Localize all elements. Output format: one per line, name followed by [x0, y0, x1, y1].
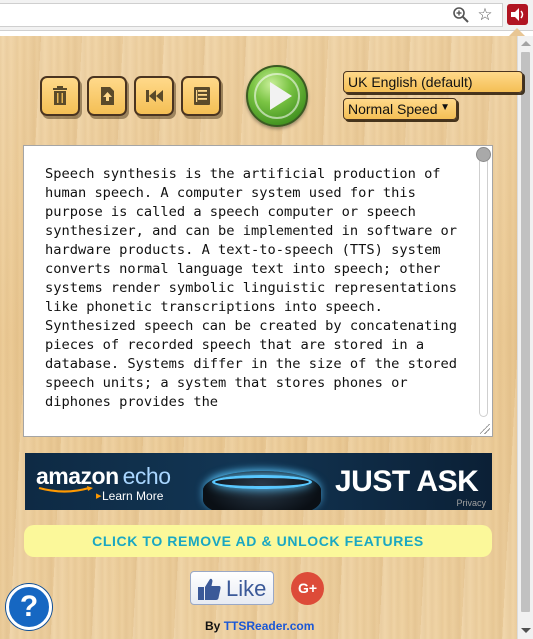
clear-text-button[interactable] — [40, 76, 80, 116]
ttsreader-link[interactable]: TTSReader.com — [224, 619, 315, 633]
help-button[interactable]: ? — [6, 584, 52, 630]
scroll-thumb[interactable] — [521, 52, 530, 612]
browser-toolbar: ☆ — [0, 0, 533, 31]
speed-select[interactable]: Normal Speed ▼ — [343, 98, 457, 120]
amazon-echo-ad[interactable]: amazon echo ▸ Learn More JUST ASK Privacy — [25, 453, 492, 510]
voice-select-value: UK English (default) — [348, 74, 473, 90]
byline: By TTSReader.com — [205, 619, 314, 633]
popup-pointer — [509, 28, 525, 36]
bookmark-star-icon[interactable]: ☆ — [476, 6, 494, 24]
speed-select-value: Normal Speed — [348, 101, 438, 117]
rewind-icon — [146, 90, 163, 102]
address-bar[interactable] — [0, 3, 503, 27]
learn-more-arrow-icon: ▸ — [96, 490, 102, 502]
like-label: Like — [226, 576, 267, 601]
facebook-like-button[interactable]: Like — [190, 571, 274, 605]
byline-prefix: By — [205, 619, 221, 633]
google-plus-button[interactable]: G+ — [291, 572, 324, 605]
text-input-area[interactable]: Speech synthesis is the artificial produ… — [23, 145, 493, 437]
document-icon — [194, 87, 210, 105]
textarea-scroll-track[interactable] — [479, 161, 488, 417]
thumbs-up-icon — [198, 578, 221, 600]
text-content[interactable]: Speech synthesis is the artificial produ… — [45, 165, 465, 431]
scroll-down-arrow-icon[interactable] — [521, 628, 531, 633]
scroll-up-arrow-icon[interactable] — [521, 41, 531, 46]
remove-ad-button[interactable]: CLICK TO REMOVE AD & UNLOCK FEATURES — [24, 525, 492, 557]
upload-file-icon — [101, 87, 114, 105]
upload-file-button[interactable] — [87, 76, 127, 116]
play-icon — [270, 82, 292, 110]
voice-select[interactable]: UK English (default) — [343, 71, 523, 93]
textarea-scroll-thumb[interactable] — [476, 147, 491, 162]
ad-headline: JUST ASK — [335, 465, 479, 498]
play-button[interactable] — [246, 65, 308, 127]
tts-extension-icon[interactable] — [507, 4, 528, 25]
ad-brand-echo: echo — [122, 463, 171, 489]
resize-handle-icon[interactable] — [480, 424, 490, 434]
trash-icon — [53, 86, 67, 105]
popup-scrollbar[interactable] — [517, 36, 533, 639]
learn-more-link[interactable]: Learn More — [102, 489, 163, 503]
zoom-icon[interactable] — [452, 6, 470, 24]
ad-privacy-link[interactable]: Privacy — [456, 498, 486, 508]
echo-light-ring — [212, 475, 312, 489]
rewind-button[interactable] — [134, 76, 174, 116]
dropdown-caret-icon: ▼ — [440, 102, 450, 113]
reader-mode-button[interactable] — [181, 76, 221, 116]
textarea-scrollbar[interactable] — [475, 147, 491, 419]
echo-device-image — [203, 471, 321, 510]
speaker-icon — [511, 8, 524, 21]
amazon-smile-icon — [38, 486, 93, 493]
